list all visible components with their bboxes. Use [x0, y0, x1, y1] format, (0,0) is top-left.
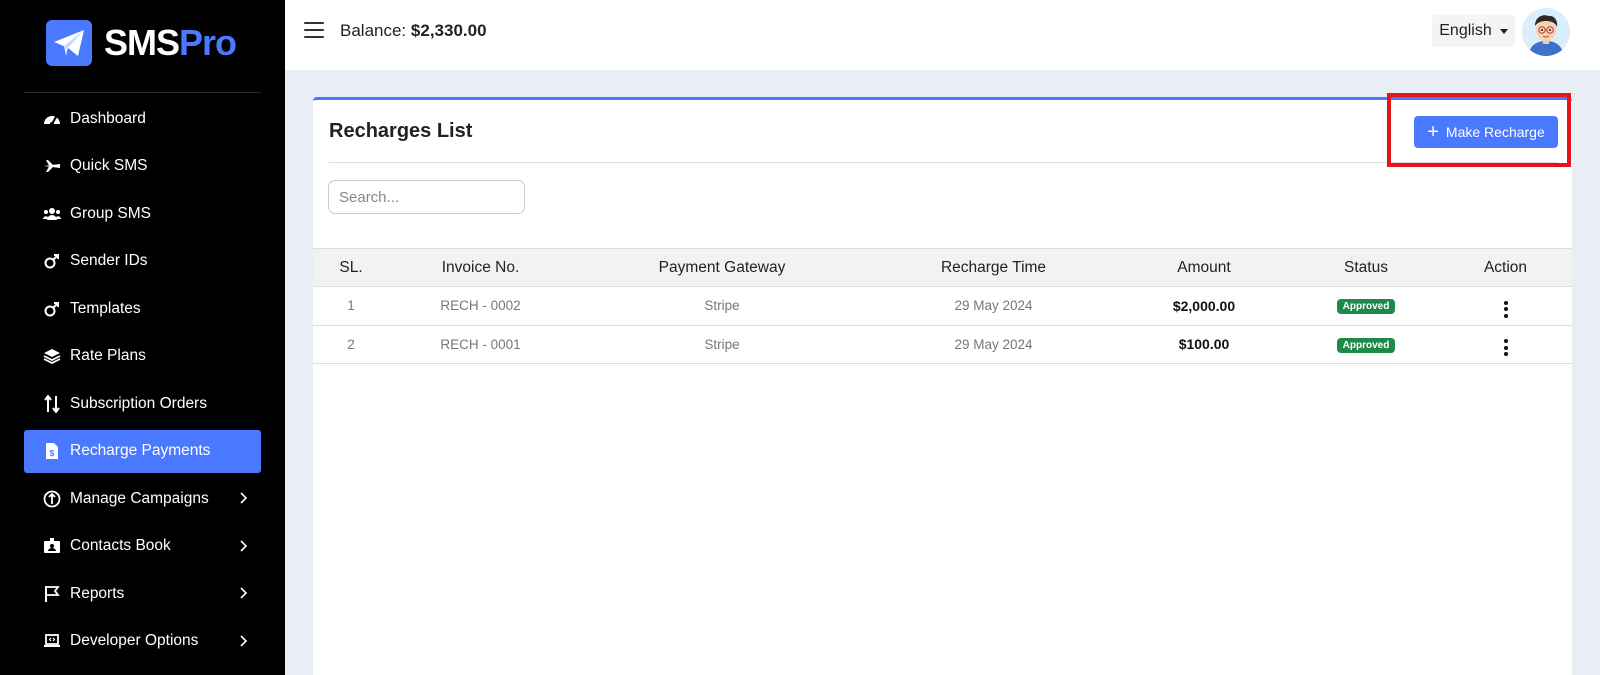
hamburger-menu-icon[interactable] — [304, 22, 324, 38]
cell-action — [1439, 325, 1572, 364]
chevron-right-icon — [239, 586, 248, 604]
invoice-dollar-icon: $ — [42, 441, 62, 461]
chevron-right-icon — [239, 491, 248, 509]
cell-recharge-time: 29 May 2024 — [872, 286, 1115, 326]
sidebar-item-label: Developer Options — [70, 632, 199, 649]
sidebar-item-templates[interactable]: Templates — [24, 287, 261, 330]
sidebar-item-contacts-book[interactable]: Contacts Book — [24, 525, 261, 568]
table-row: 2 RECH - 0001 Stripe 29 May 2024 $100.00… — [313, 325, 1572, 364]
sidebar-item-rate-plans[interactable]: Rate Plans — [24, 335, 261, 378]
column-header-gateway: Payment Gateway — [572, 248, 872, 287]
language-dropdown[interactable]: English — [1432, 15, 1515, 47]
sidebar-item-label: Subscription Orders — [70, 394, 207, 412]
layers-icon — [42, 346, 62, 366]
search-input[interactable] — [328, 180, 525, 214]
sidebar-item-sender-ids[interactable]: Sender IDs — [24, 240, 261, 283]
sidebar-item-developer-options[interactable]: Developer Options — [24, 620, 261, 663]
cell-gateway: Stripe — [572, 286, 872, 326]
column-header-sl: SL. — [313, 248, 389, 287]
brand-name-sms: SMS — [104, 22, 180, 63]
column-header-status: Status — [1293, 248, 1439, 287]
sidebar: SMSPro Dashboard Quick SMS Group SMS Sen… — [0, 0, 285, 675]
language-label: English — [1439, 22, 1492, 39]
balance-display: Balance: $2,330.00 — [340, 21, 487, 41]
sidebar-item-label: Sender IDs — [70, 252, 148, 269]
page-title: Recharges List — [329, 120, 473, 142]
cell-status: Approved — [1293, 286, 1439, 326]
balance-label: Balance: — [340, 21, 407, 40]
status-badge: Approved — [1336, 337, 1396, 353]
card-divider — [329, 162, 1558, 163]
plane-icon — [42, 156, 62, 176]
chevron-right-icon — [239, 539, 248, 557]
male-symbol-icon — [42, 251, 62, 271]
brand-name-pro: Pro — [179, 22, 237, 63]
cell-invoice: RECH - 0002 — [389, 286, 572, 326]
column-header-action: Action — [1439, 248, 1572, 287]
table-header-row: SL. Invoice No. Payment Gateway Recharge… — [313, 248, 1572, 287]
cell-status: Approved — [1293, 325, 1439, 364]
cell-recharge-time: 29 May 2024 — [872, 325, 1115, 364]
brand-logo[interactable]: SMSPro — [46, 20, 237, 66]
dashboard-gauge-icon — [42, 109, 62, 129]
status-badge: Approved — [1336, 299, 1396, 315]
sidebar-item-label: Contacts Book — [70, 537, 171, 554]
cell-sl: 1 — [313, 286, 389, 326]
more-options-icon[interactable] — [1503, 300, 1508, 319]
svg-text:$: $ — [50, 449, 55, 458]
balance-value: $2,330.00 — [410, 21, 487, 40]
male-symbol-icon — [42, 299, 62, 319]
cell-sl: 2 — [313, 325, 389, 364]
id-card-icon — [42, 536, 62, 556]
campaign-icon — [42, 489, 62, 509]
recharges-card: Recharges List + Make Recharge SL. Invoi… — [313, 97, 1572, 675]
sidebar-item-label: Dashboard — [70, 109, 146, 127]
sidebar-item-group-sms[interactable]: Group SMS — [24, 192, 261, 235]
sidebar-item-quick-sms[interactable]: Quick SMS — [24, 145, 261, 188]
column-header-invoice: Invoice No. — [389, 248, 572, 287]
user-avatar[interactable] — [1522, 8, 1570, 56]
sidebar-item-label: Manage Campaigns — [70, 489, 209, 507]
sidebar-item-dashboard[interactable]: Dashboard — [24, 97, 261, 140]
sidebar-item-label: Recharge Payments — [70, 442, 211, 459]
sidebar-item-manage-campaigns[interactable]: Manage Campaigns — [24, 477, 261, 520]
users-icon — [42, 204, 62, 224]
topbar: Balance: $2,330.00 English — [285, 0, 1600, 70]
paper-plane-icon — [46, 20, 92, 66]
brand-name: SMSPro — [104, 22, 237, 64]
flag-icon — [42, 584, 62, 604]
cell-amount: $100.00 — [1115, 325, 1293, 364]
cell-gateway: Stripe — [572, 325, 872, 364]
sort-arrows-icon — [42, 394, 62, 414]
cell-amount: $2,000.00 — [1115, 286, 1293, 326]
caret-down-icon — [1499, 28, 1508, 34]
chevron-right-icon — [239, 634, 248, 652]
sidebar-item-label: Reports — [70, 584, 125, 602]
laptop-code-icon — [42, 631, 62, 651]
recharges-table: SL. Invoice No. Payment Gateway Recharge… — [313, 248, 1572, 364]
column-header-recharge-time: Recharge Time — [872, 248, 1115, 287]
sidebar-item-reports[interactable]: Reports — [24, 572, 261, 615]
sidebar-item-label: Rate Plans — [70, 347, 146, 364]
sidebar-item-label: Templates — [70, 299, 141, 317]
sidebar-item-label: Group SMS — [70, 204, 151, 222]
cell-invoice: RECH - 0001 — [389, 325, 572, 364]
sidebar-item-label: Quick SMS — [70, 157, 148, 174]
column-header-amount: Amount — [1115, 248, 1293, 287]
sidebar-item-recharge-payments[interactable]: $ Recharge Payments — [24, 429, 261, 473]
table-row: 1 RECH - 0002 Stripe 29 May 2024 $2,000.… — [313, 286, 1572, 326]
highlight-box — [1387, 93, 1571, 167]
sidebar-nav: Dashboard Quick SMS Group SMS Sender IDs… — [24, 97, 261, 667]
sidebar-item-subscription-orders[interactable]: Subscription Orders — [24, 382, 261, 425]
more-options-icon[interactable] — [1503, 338, 1508, 357]
sidebar-divider — [24, 92, 261, 93]
cell-action — [1439, 286, 1572, 326]
